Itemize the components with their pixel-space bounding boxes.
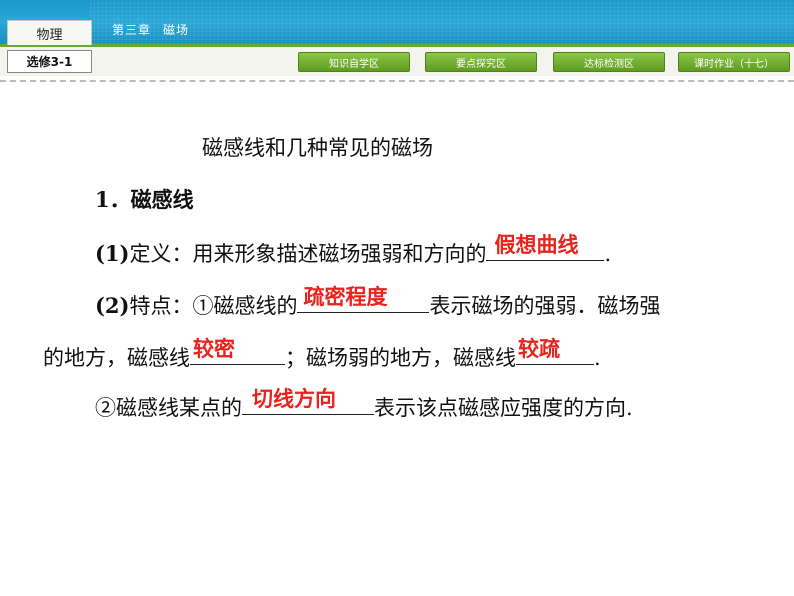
subject-tab[interactable]: 物理 [7,20,92,45]
strength-line: 的地方，磁感线 较密 ；磁场弱的地方，磁感线 较疏. [43,337,601,372]
feature-tail: 表示磁场的强弱．磁场强 [429,294,661,318]
tangent-line: ②磁感线某点的 切线方向 表示该点磁感应强度的方向. [95,387,633,422]
feature-number: (2) [95,293,130,318]
answer-denser: 较密 [193,337,235,361]
feature-text: 特点：①磁感线的 [129,294,298,318]
definition-line: (1)定义：用来形象描述磁场强弱和方向的 假想曲线. [95,233,612,268]
lesson-heading: 磁感线和几种常见的磁场 [202,136,433,160]
course-label: 选修3-1 [7,50,92,73]
nav-button-assessment[interactable]: 达标检测区 [553,52,665,72]
answer-imaginary-curve: 假想曲线 [494,233,579,257]
strength-text-b: ；磁场弱的地方，磁感线 [285,346,516,370]
content-separator [0,80,794,82]
strength-end: . [594,346,601,370]
tangent-text-a: ②磁感线某点的 [95,396,242,420]
definition-end: . [604,242,612,266]
answer-tangent-direction: 切线方向 [252,387,336,411]
chapter-title: 第三章 磁场 [112,21,189,38]
nav-button-self-study[interactable]: 知识自学区 [298,52,410,72]
answer-blank-sparse[interactable]: 较疏 [516,337,594,365]
nav-button-homework[interactable]: 课时作业（十七） [678,52,790,72]
answer-blank-tangent[interactable]: 切线方向 [242,387,374,415]
answer-blank-dense[interactable]: 较密 [190,337,285,365]
feature-line: (2)特点：①磁感线的 疏密程度 表示磁场的强弱．磁场强 [95,285,661,320]
definition-number: (1) [95,241,130,266]
definition-text: 定义：用来形象描述磁场强弱和方向的 [129,242,487,266]
answer-density: 疏密程度 [303,285,388,309]
chapter-topic: 磁场 [163,23,190,37]
chapter-number: 第三章 [112,23,152,37]
answer-blank-curve[interactable]: 假想曲线 [486,233,605,261]
answer-sparser: 较疏 [518,337,560,361]
section-title: 1．磁感线 [95,187,194,212]
nav-button-key-points[interactable]: 要点探究区 [425,52,537,72]
tangent-text-b: 表示该点磁感应强度的方向. [374,396,633,420]
strength-text-a: 的地方，磁感线 [43,346,190,370]
answer-blank-density[interactable]: 疏密程度 [297,285,430,313]
